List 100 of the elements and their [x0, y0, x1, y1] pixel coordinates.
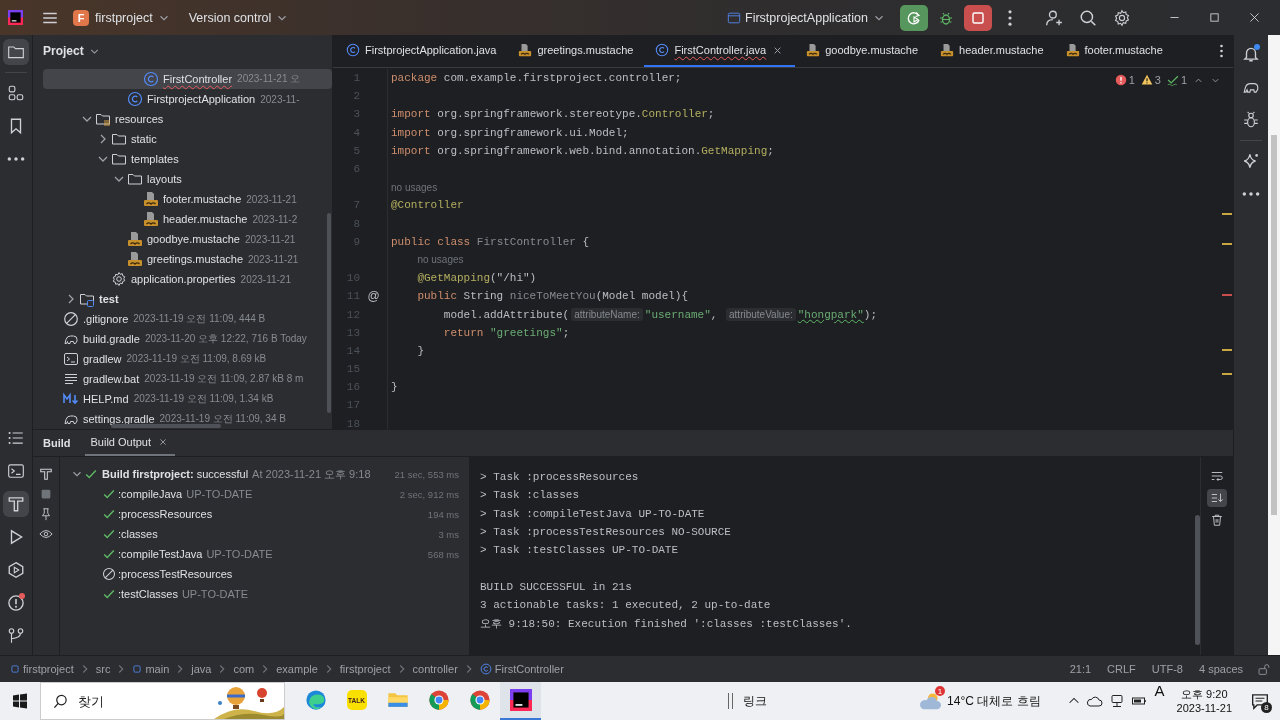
editor-tab[interactable]: goodbye.mustache	[795, 35, 930, 67]
project-selector[interactable]: F firstproject	[67, 4, 177, 31]
clock[interactable]: 오후 9:20 2023-11-21	[1168, 682, 1240, 720]
tool-window-button[interactable]	[3, 39, 29, 65]
file-info: 2023-11-21	[240, 273, 291, 285]
output-line: BUILD SUCCESSFUL in 21s	[480, 580, 632, 593]
stripe-marker[interactable]	[1222, 373, 1232, 375]
usage-hint[interactable]: no usages	[391, 181, 438, 193]
hammer-icon[interactable]	[39, 467, 53, 481]
window-icon	[727, 10, 742, 25]
weather-widget[interactable]: 1 14°C 대체로 흐림	[911, 682, 1049, 720]
cloud-icon[interactable]	[1086, 693, 1103, 709]
tree-item[interactable]: resources	[43, 109, 332, 129]
breadcrumb[interactable]: firstproject	[10, 663, 74, 675]
tool-window-button[interactable]	[3, 491, 29, 517]
stop-button[interactable]	[964, 4, 992, 31]
pin-icon[interactable]	[39, 507, 53, 521]
status-item[interactable]: 4 spaces	[1190, 663, 1251, 675]
toolbar-button[interactable]	[1207, 489, 1227, 507]
tree-item[interactable]: settings.gradle 2023-11-19 오전 11:09, 34 B	[43, 409, 332, 429]
stripe-marker[interactable]	[1222, 213, 1232, 215]
scrollbar[interactable]	[327, 213, 331, 413]
panel-title[interactable]: Project	[43, 44, 101, 58]
usage-hint[interactable]: no usages	[417, 254, 464, 266]
breadcrumb[interactable]: com	[233, 663, 255, 675]
tree-item[interactable]: FirstprojectApplication 2023-11-	[43, 89, 332, 109]
tree-item[interactable]: :processResources 194 ms	[60, 504, 469, 524]
breadcrumb[interactable]: FirstController	[479, 663, 564, 675]
cloud-sun-icon	[919, 690, 942, 712]
breadcrumb[interactable]: example	[276, 663, 318, 675]
tree-item[interactable]: gradlew 2023-11-19 오전 11:09, 8.69 kB	[43, 349, 332, 369]
warning-count[interactable]: 3	[1140, 74, 1161, 86]
folder-icon	[111, 131, 127, 147]
input-method-indicator[interactable]: A	[1150, 682, 1169, 720]
code-text: package com.example.firstproject.controller;	[391, 72, 682, 85]
editor-tab[interactable]: FirstprojectApplication.java	[335, 35, 508, 67]
vcs-selector[interactable]: Version control	[182, 4, 296, 31]
check-icon	[102, 527, 116, 541]
notification-button[interactable]: 8	[1240, 682, 1280, 720]
typo-count[interactable]: 1	[1166, 74, 1187, 86]
tree-item[interactable]: HELP.md 2023-11-19 오전 11:09, 1.34 kB	[43, 389, 332, 409]
tree-item[interactable]: layouts	[43, 169, 332, 189]
tree-item[interactable]: :processTestResources	[60, 564, 469, 584]
stripe-marker[interactable]	[1222, 243, 1232, 245]
run-configuration-selector[interactable]: FirstprojectApplication	[721, 4, 892, 31]
taskbar-button[interactable]	[500, 682, 541, 720]
tree-item[interactable]: :compileTestJava UP-TO-DATE 568 ms	[60, 544, 469, 564]
tree-item[interactable]: test	[43, 289, 332, 309]
tree-item[interactable]: goodbye.mustache 2023-11-21	[43, 229, 332, 249]
tree-item[interactable]: header.mustache 2023-11-2	[43, 209, 332, 229]
gutter-marker[interactable]: @	[367, 289, 380, 304]
tree-item[interactable]: greetings.mustache 2023-11-21	[43, 249, 332, 269]
message-icon	[1251, 692, 1269, 710]
search-field[interactable]: 찾기	[76, 692, 200, 710]
tree-item[interactable]: gradlew.bat 2023-11-19 오전 11:09, 2.87 kB 8 m	[43, 369, 332, 389]
eye-icon[interactable]	[39, 527, 53, 541]
stop-icon[interactable]	[39, 487, 53, 501]
tree-item[interactable]: :compileJava UP-TO-DATE 2 sec, 912 ms	[60, 484, 469, 504]
code-text: model.addAttribute(	[443, 308, 570, 321]
tree-item[interactable]: footer.mustache 2023-11-21	[43, 189, 332, 209]
panel-title: Build	[43, 436, 71, 451]
editor-tab[interactable]: footer.mustache	[1054, 35, 1174, 67]
status-item[interactable]: 21:1	[1061, 663, 1100, 675]
tree-item[interactable]: build.gradle 2023-11-20 오후 12:22, 716 B Today	[43, 329, 332, 349]
tree-item[interactable]: application.properties 2023-11-21	[43, 269, 332, 289]
editor-tab[interactable]: header.mustache	[929, 35, 1055, 67]
tree-item[interactable]: .gitignore 2023-11-19 오전 11:09, 444 B	[43, 309, 332, 329]
breadcrumb[interactable]: controller	[412, 663, 458, 675]
tree-item[interactable]: Build firstproject: successful At 2023-11-21 오후 9:18 21 sec, 553 ms	[60, 464, 469, 484]
tree-item[interactable]: templates	[43, 149, 332, 169]
breadcrumb[interactable]: firstproject	[339, 663, 391, 675]
editor-tab[interactable]: greetings.mustache	[507, 35, 645, 67]
file-info: 2023-11-21	[248, 253, 299, 265]
tree-item[interactable]: static	[43, 129, 332, 149]
stripe-marker[interactable]	[1222, 294, 1232, 296]
stripe-marker[interactable]	[1222, 349, 1232, 351]
folder-icon	[127, 171, 143, 187]
network-icon[interactable]	[1108, 693, 1125, 709]
tree-item[interactable]: :classes 3 ms	[60, 524, 469, 544]
error-icon	[1114, 74, 1127, 86]
editor-tab[interactable]: FirstController.java	[644, 35, 796, 67]
status-item[interactable]: UTF-8	[1143, 663, 1191, 675]
panel-tab[interactable]: Build Output	[84, 430, 176, 456]
more-icon	[1008, 9, 1012, 26]
status-item[interactable]: CRLF	[1099, 663, 1144, 675]
toolbar-label[interactable]: 링크	[743, 692, 768, 710]
lock-icon[interactable]	[1257, 662, 1270, 676]
code-text: "username",	[644, 308, 719, 321]
error-count[interactable]: 1	[1114, 74, 1135, 86]
scrollbar[interactable]	[111, 424, 221, 428]
breadcrumb[interactable]: java	[191, 663, 212, 675]
scrollbar[interactable]	[1195, 515, 1200, 645]
search-icon	[1079, 8, 1097, 27]
tree-item[interactable]: :testClasses UP-TO-DATE	[60, 584, 469, 604]
rerun-button[interactable]	[900, 4, 928, 31]
more-icon[interactable]	[1220, 44, 1223, 58]
breadcrumb[interactable]: src	[95, 663, 111, 675]
ide-logo-icon[interactable]	[8, 10, 23, 25]
code-text: @Controller	[391, 199, 464, 212]
breadcrumb[interactable]: main	[132, 663, 170, 675]
